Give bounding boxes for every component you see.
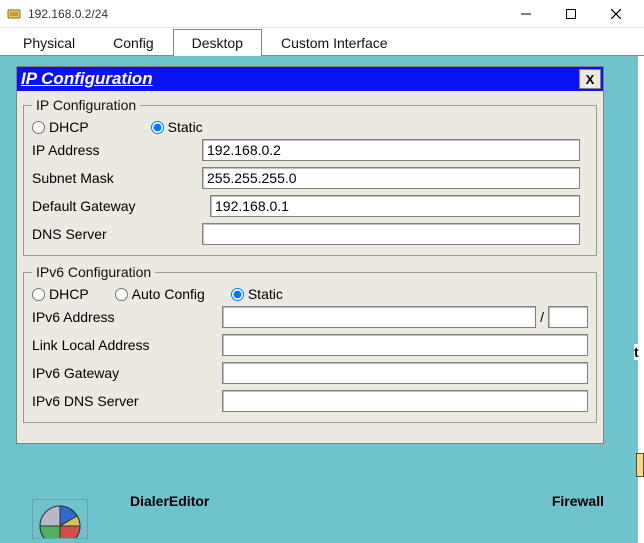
ipv6-gw-label: IPv6 Gateway — [32, 365, 222, 381]
ipv6-prefix-input[interactable] — [548, 306, 588, 328]
ipv6-dns-input[interactable] — [222, 390, 588, 412]
app-icon — [6, 6, 22, 22]
ipv4-ip-input[interactable] — [202, 139, 580, 161]
window-title: 192.168.0.2/24 — [28, 7, 108, 21]
ipv6-radio-dhcp[interactable]: DHCP — [32, 286, 89, 302]
desktop-icon-labels: Dialer Editor Firewall — [0, 493, 638, 509]
minimize-button[interactable] — [503, 0, 548, 27]
ipv4-radio-dhcp-input[interactable] — [32, 121, 45, 134]
ipv6-radio-auto-input[interactable] — [115, 288, 128, 301]
dialog-close-button[interactable]: X — [579, 69, 601, 89]
ipv6-radio-static-label: Static — [248, 286, 283, 302]
desktop-label-dialer: Dialer — [130, 493, 169, 509]
ipv6-radio-dhcp-input[interactable] — [32, 288, 45, 301]
ipv4-radio-static[interactable]: Static — [151, 119, 203, 135]
ipv6-legend: IPv6 Configuration — [32, 264, 155, 280]
ipv6-addr-input[interactable] — [222, 306, 536, 328]
ipv6-radio-static-input[interactable] — [231, 288, 244, 301]
desktop-backdrop: Dialer Editor Firewall t IP Configuratio… — [0, 56, 644, 543]
ipv6-radio-dhcp-label: DHCP — [49, 286, 89, 302]
ipv4-mask-input[interactable] — [202, 167, 580, 189]
desktop-label-fragment: t — [634, 344, 644, 360]
ipv4-radio-dhcp[interactable]: DHCP — [32, 119, 89, 135]
ipv4-ip-label: IP Address — [32, 142, 202, 158]
tab-custom-interface[interactable]: Custom Interface — [262, 29, 407, 56]
ipv6-prefix-slash: / — [536, 309, 548, 325]
ipv4-gw-input[interactable] — [210, 195, 580, 217]
ipv4-legend: IP Configuration — [32, 97, 140, 113]
tab-config[interactable]: Config — [94, 29, 172, 56]
ipv6-linklocal-label: Link Local Address — [32, 337, 222, 353]
desktop-app-icon[interactable] — [32, 499, 88, 539]
ipv6-group: IPv6 Configuration DHCP Auto Config Stat… — [23, 264, 597, 423]
tab-physical[interactable]: Physical — [4, 29, 94, 56]
close-button[interactable] — [593, 0, 638, 27]
ipv6-radio-static[interactable]: Static — [231, 286, 283, 302]
ipv4-gw-label: Default Gateway — [32, 198, 202, 214]
tab-desktop[interactable]: Desktop — [173, 29, 262, 56]
ipv4-dns-input[interactable] — [202, 223, 580, 245]
ipv4-mask-label: Subnet Mask — [32, 170, 202, 186]
ipv6-addr-label: IPv6 Address — [32, 309, 222, 325]
desktop-label-firewall: Firewall — [552, 493, 604, 509]
ip-config-dialog: IP Configuration X IP Configuration DHCP… — [16, 66, 604, 444]
ipv6-gw-input[interactable] — [222, 362, 588, 384]
ipv6-linklocal-input[interactable] — [222, 334, 588, 356]
ipv4-radio-static-label: Static — [168, 119, 203, 135]
dialog-body: IP Configuration DHCP Static IP Address — [17, 91, 603, 443]
window-titlebar: 192.168.0.2/24 — [0, 0, 644, 28]
tab-strip: Physical Config Desktop Custom Interface — [0, 28, 644, 56]
ipv4-radio-dhcp-label: DHCP — [49, 119, 89, 135]
ipv6-radio-auto[interactable]: Auto Config — [115, 286, 205, 302]
ipv4-group: IP Configuration DHCP Static IP Address — [23, 97, 597, 256]
ipv4-dns-label: DNS Server — [32, 226, 202, 242]
desktop-label-editor: Editor — [169, 493, 209, 509]
ipv6-radio-auto-label: Auto Config — [132, 286, 205, 302]
maximize-button[interactable] — [548, 0, 593, 27]
window-controls — [503, 0, 638, 27]
ipv4-radio-static-input[interactable] — [151, 121, 164, 134]
dialog-titlebar: IP Configuration X — [17, 67, 603, 91]
ipv6-dns-label: IPv6 DNS Server — [32, 393, 222, 409]
dialog-title-text: IP Configuration — [21, 69, 153, 89]
desktop-icon-fragment — [636, 453, 644, 477]
